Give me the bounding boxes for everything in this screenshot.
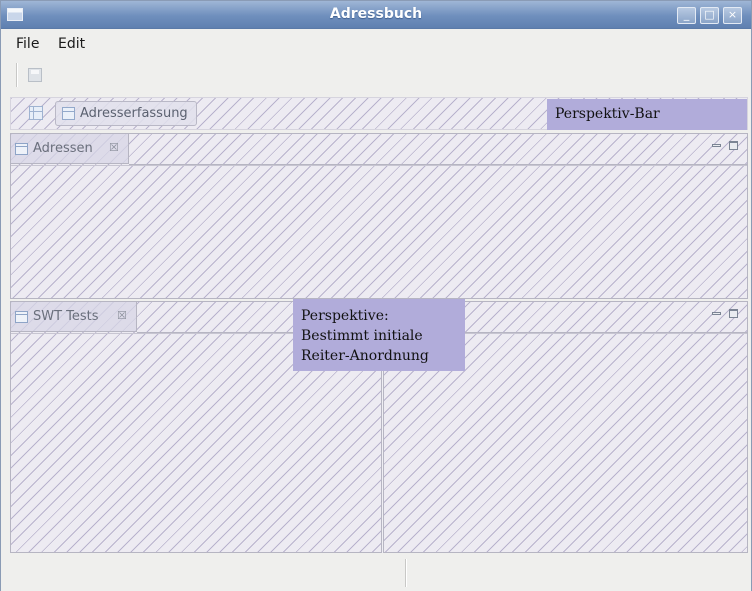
close-icon: × bbox=[727, 8, 738, 21]
adressen-view-content bbox=[11, 165, 747, 298]
perspective-icon bbox=[62, 107, 75, 120]
perspective-bar-annotation: Perspektiv-Bar bbox=[547, 99, 747, 130]
maximize-icon: □ bbox=[704, 8, 715, 21]
status-separator bbox=[405, 559, 407, 587]
annotation-line-3: Reiter-Anordnung bbox=[301, 348, 429, 364]
save-icon[interactable] bbox=[28, 68, 42, 82]
minimize-view-icon[interactable] bbox=[712, 312, 721, 315]
maximize-view-icon[interactable] bbox=[729, 141, 738, 150]
title-bar[interactable]: Adressbuch _ □ × bbox=[1, 1, 751, 29]
perspective-adresserfassung-button[interactable]: Adresserfassung bbox=[55, 101, 197, 126]
menu-bar: File Edit bbox=[1, 30, 751, 56]
minimize-icon: _ bbox=[683, 8, 690, 21]
tab-close-icon[interactable]: ☒ bbox=[109, 141, 119, 154]
perspective-label: Adresserfassung bbox=[80, 106, 188, 121]
open-perspective-icon[interactable] bbox=[29, 106, 43, 120]
menu-file[interactable]: File bbox=[16, 36, 39, 52]
minimize-view-icon[interactable] bbox=[712, 144, 721, 147]
view-icon bbox=[15, 143, 28, 155]
app-window: Adressbuch _ □ × File Edit Adresserfassu… bbox=[0, 0, 752, 591]
menu-edit[interactable]: Edit bbox=[58, 36, 85, 52]
maximize-window-button[interactable]: □ bbox=[700, 7, 719, 24]
tab-swt-tests[interactable]: SWT Tests ☒ bbox=[11, 302, 137, 332]
view-icon bbox=[15, 311, 28, 323]
annotation-line-1: Perspektive: bbox=[301, 308, 389, 324]
tab-label: Adressen bbox=[33, 141, 93, 156]
status-bar bbox=[1, 553, 751, 591]
tab-close-icon[interactable]: ☒ bbox=[117, 309, 127, 322]
annotation-text: Perspektiv-Bar bbox=[555, 106, 660, 122]
perspective-annotation: Perspektive: Bestimmt initiale Reiter-An… bbox=[293, 299, 465, 371]
close-window-button[interactable]: × bbox=[723, 7, 742, 24]
main-toolbar bbox=[1, 57, 751, 91]
minimize-window-button[interactable]: _ bbox=[677, 7, 696, 24]
annotation-line-2: Bestimmt initiale bbox=[301, 328, 423, 344]
tab-label: SWT Tests bbox=[33, 309, 99, 324]
tab-adressen[interactable]: Adressen ☒ bbox=[11, 134, 129, 164]
view-stack-adressen: Adressen ☒ bbox=[10, 133, 748, 299]
toolbar-separator bbox=[16, 63, 18, 87]
maximize-view-icon[interactable] bbox=[729, 309, 738, 318]
window-title: Adressbuch bbox=[329, 6, 423, 22]
